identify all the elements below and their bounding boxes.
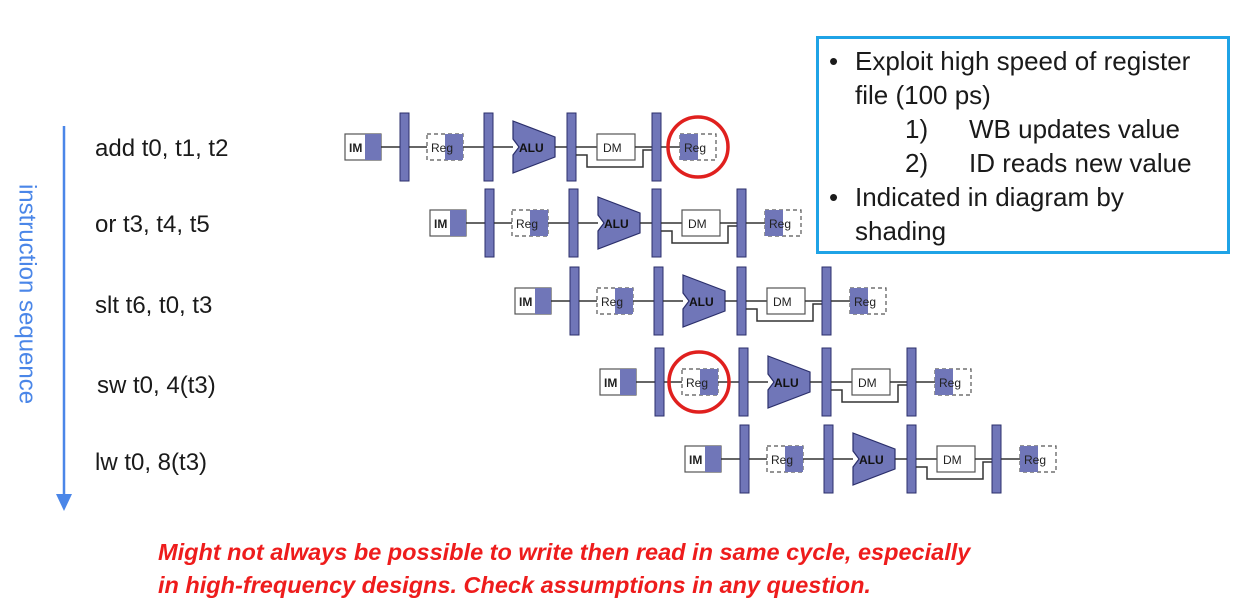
im-label: IM — [434, 217, 447, 231]
alu-label: ALU — [604, 217, 629, 231]
dm-label: DM — [603, 141, 622, 155]
reg-write-label: Reg — [769, 217, 791, 231]
instruction-label-1: add t0, t1, t2 — [95, 135, 229, 162]
pipeline-row-3: IM Reg ALU DM Reg — [514, 266, 887, 336]
pipeline-row-2: IM Reg ALU DM Reg — [429, 188, 802, 258]
instruction-label-4: sw t0, 4(t3) — [97, 372, 216, 399]
info-subitem-2-number: 2) — [905, 148, 929, 178]
info-subitem-1: 1) WB updates value — [829, 112, 1221, 146]
info-subitem-2-text: ID reads new value — [969, 148, 1192, 178]
reg-write-label: Reg — [939, 376, 961, 390]
info-bullet-1-line-1: Exploit high speed of register — [855, 46, 1191, 76]
im-label: IM — [519, 295, 532, 309]
reg-write-label: Reg — [854, 295, 876, 309]
warning-note: Might not always be possible to write th… — [158, 536, 970, 602]
info-bullet-2-line-2: shading — [855, 216, 947, 246]
pipeline-row-1: IM Reg ALU DM Reg — [344, 112, 717, 182]
info-box: • Exploit high speed of register file (1… — [816, 36, 1230, 254]
reg-read-label: Reg — [601, 295, 623, 309]
dm-label: DM — [773, 295, 792, 309]
reg-read-label: Reg — [431, 141, 453, 155]
reg-read-label: Reg — [771, 453, 793, 467]
instruction-label-5: lw t0, 8(t3) — [95, 449, 208, 476]
dm-label: DM — [858, 376, 877, 390]
alu-label: ALU — [774, 376, 799, 390]
warning-note-line-2: in high-frequency designs. Check assumpt… — [158, 572, 871, 598]
reg-read-label: Reg — [686, 376, 708, 390]
dm-label: DM — [688, 217, 707, 231]
slide: instruction sequence IM Reg ALU DM Reg I… — [0, 0, 1248, 609]
instruction-axis-arrowhead — [56, 494, 72, 511]
im-label: IM — [349, 141, 362, 155]
reg-write-label: Reg — [1024, 453, 1046, 467]
alu-label: ALU — [689, 295, 714, 309]
pipeline-row-5: IM Reg ALU DM Reg — [684, 424, 1057, 494]
warning-note-line-1: Might not always be possible to write th… — [158, 539, 971, 565]
reg-read-label: Reg — [516, 217, 538, 231]
alu-label: ALU — [859, 453, 884, 467]
info-subitem-2: 2) ID reads new value — [829, 146, 1221, 180]
alu-label: ALU — [519, 141, 544, 155]
instruction-label-3: slt t6, t0, t3 — [95, 292, 213, 319]
info-bullet-1-line-2: file (100 ps) — [855, 80, 991, 110]
bullet-icon: • — [829, 46, 839, 76]
instruction-label-2: or t3, t4, t5 — [95, 211, 210, 238]
info-subitem-1-text: WB updates value — [969, 114, 1181, 144]
im-label: IM — [689, 453, 702, 467]
reg-write-label: Reg — [684, 141, 706, 155]
info-subitem-1-number: 1) — [905, 114, 929, 144]
info-bullet-1: • Exploit high speed of register file (1… — [829, 44, 1221, 112]
pipeline-row-4: IM Reg ALU DM Reg — [599, 347, 972, 417]
instruction-axis-label: instruction sequence — [14, 184, 41, 404]
info-bullet-2: • Indicated in diagram by shading — [829, 180, 1221, 248]
im-label: IM — [604, 376, 617, 390]
dm-label: DM — [943, 453, 962, 467]
bullet-icon: • — [829, 182, 839, 212]
info-bullet-2-line-1: Indicated in diagram by — [855, 182, 1124, 212]
